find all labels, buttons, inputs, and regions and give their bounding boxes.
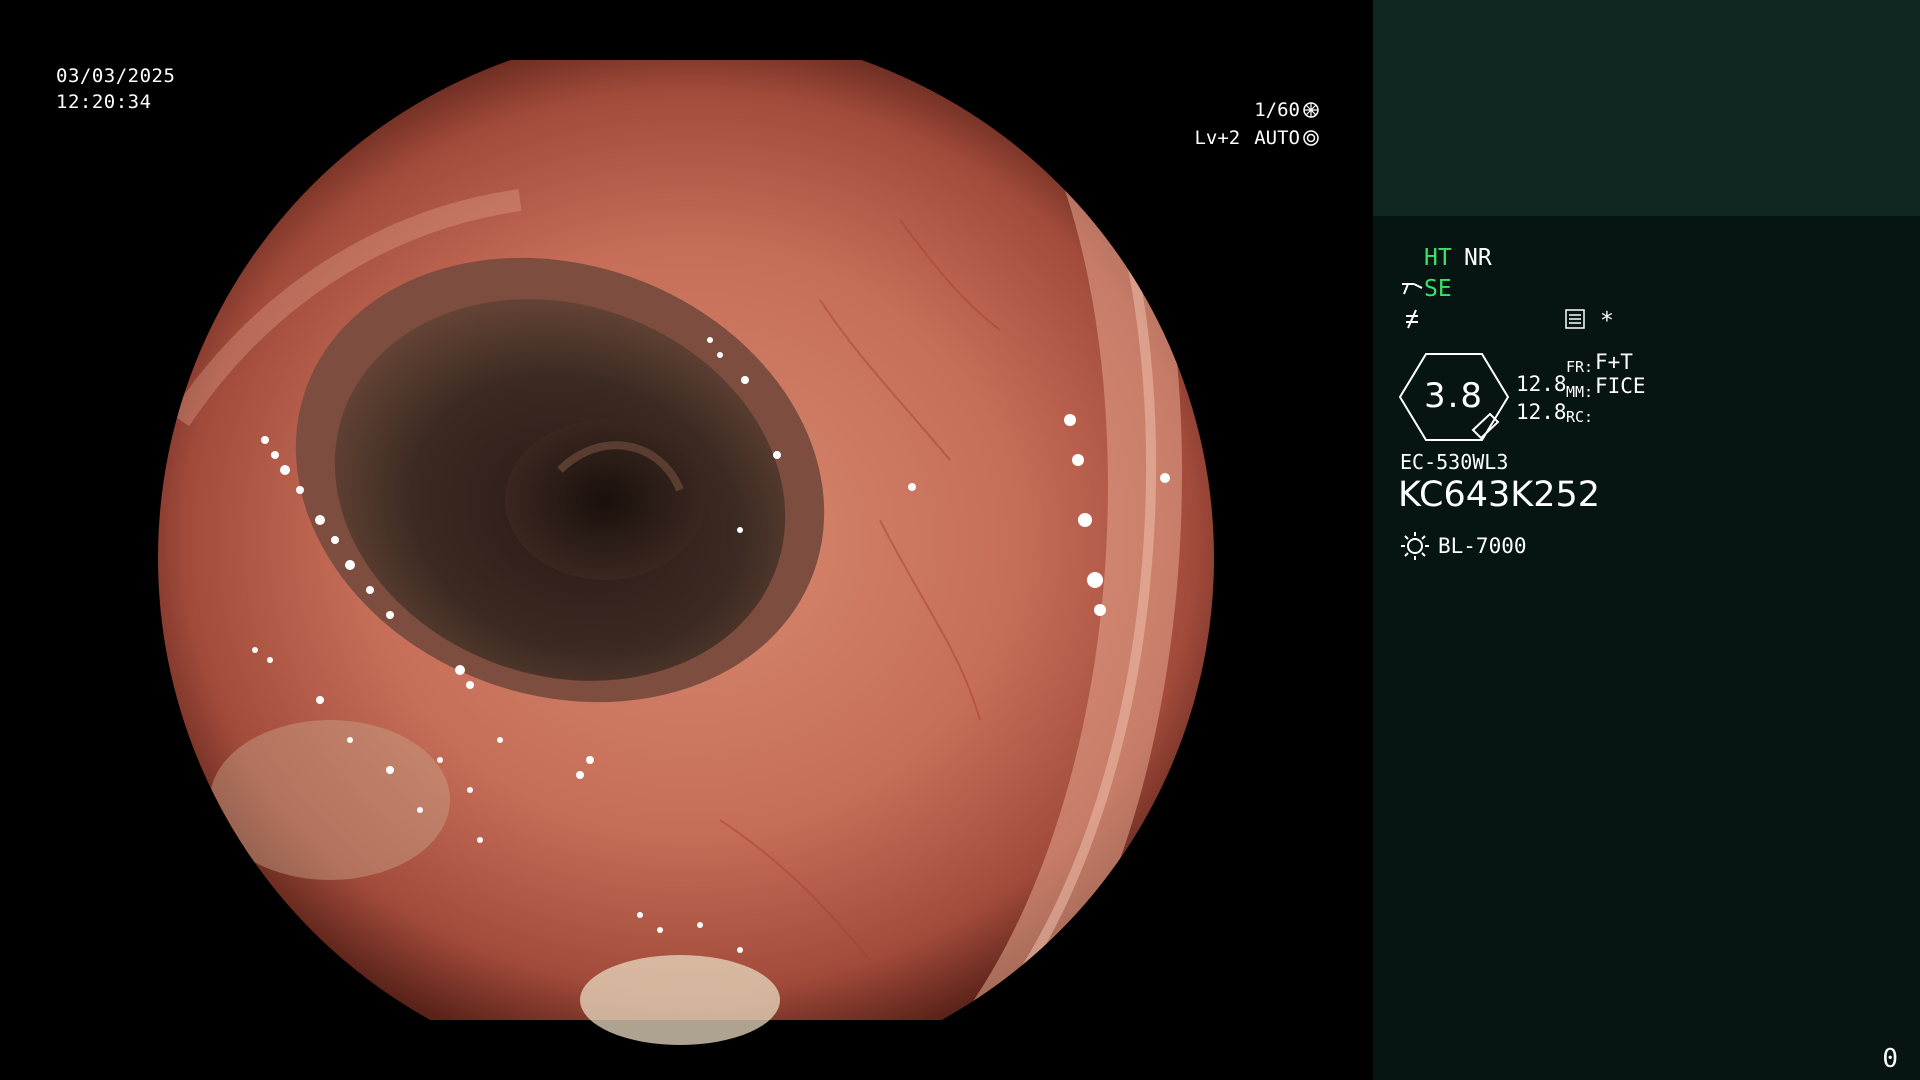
endoscope-viewport: 03/03/2025 12:20:34 1/60 Lv+2 AUTO — [0, 0, 1373, 1080]
scope-model: EC-530WL3 — [1400, 450, 1509, 474]
value-a: 12.8 — [1516, 372, 1567, 396]
panel-header-area — [1373, 0, 1920, 216]
mm-label: MM: — [1566, 383, 1594, 401]
rc-label: RC: — [1566, 408, 1594, 426]
datetime-readout: 03/03/2025 12:20:34 — [56, 63, 175, 115]
lens-value: 3.8 — [1423, 376, 1485, 416]
time-text: 12:20:34 — [56, 91, 152, 113]
se-indicator: SE — [1424, 276, 1452, 302]
iris-icon — [1303, 130, 1319, 146]
counter-indicator: 0 — [1882, 1044, 1898, 1074]
menu-icon — [1565, 309, 1585, 329]
light-source-icon — [1401, 532, 1429, 560]
date-text: 03/03/2025 — [56, 65, 176, 87]
value-b: 12.8 — [1516, 400, 1567, 424]
iris-text: AUTO — [1254, 127, 1300, 149]
level-text: Lv+2 — [1194, 127, 1241, 149]
ht-indicator: HT — [1424, 245, 1452, 271]
lens-gauge: 3.8 — [1398, 352, 1510, 442]
asterisk-indicator: * — [1600, 308, 1614, 334]
mm-value: FICE — [1595, 374, 1646, 398]
fr-label: FR: — [1566, 358, 1594, 376]
shutter-text: 1/60 — [1254, 99, 1300, 121]
scope-angle-icon — [1402, 283, 1423, 295]
shutter-icon — [1303, 102, 1319, 118]
nr-indicator: NR — [1464, 245, 1492, 271]
light-source-model: BL-7000 — [1438, 534, 1527, 558]
freeze-icon — [1406, 309, 1418, 329]
endoscopic-image — [158, 57, 1214, 1045]
scope-serial: KC643K252 — [1398, 475, 1601, 515]
exposure-readout: 1/60 Lv+2 AUTO — [1160, 96, 1320, 152]
